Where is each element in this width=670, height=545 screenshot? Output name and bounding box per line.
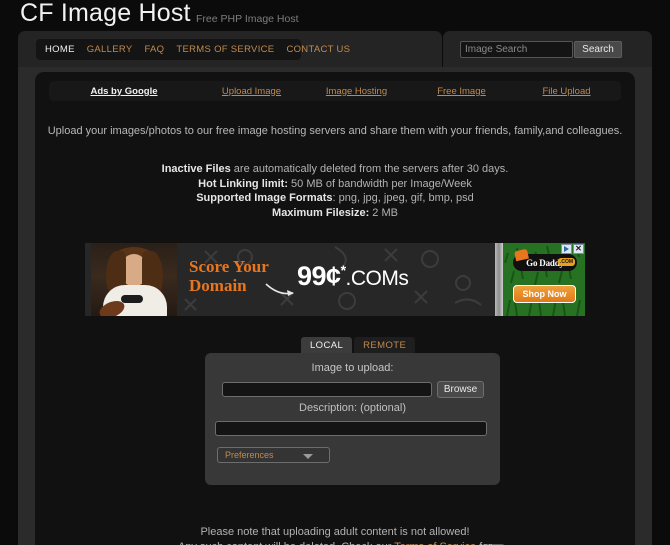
preferences-label: Preferences [225,450,274,460]
nav-item-gallery[interactable]: GALLERY [87,44,133,55]
curved-arrow-icon [265,283,294,296]
intro-text: Upload your images/photos to our free im… [47,125,623,137]
banner-ad-model-photo [91,243,177,316]
nav-item-contact-us[interactable]: CONTACT US [286,44,350,55]
image-to-upload-label: Image to upload: [311,362,394,374]
nav-item-faq[interactable]: FAQ [144,44,164,55]
fact-label: Supported Image Formats [196,192,333,204]
shop-now-button[interactable]: Shop Now [513,285,576,303]
fact-label: Inactive Files [161,163,231,175]
main-nav: HOME GALLERY FAQ TERMS OF SERVICE CONTAC… [36,39,350,60]
banner-ad-right-panel: Go Daddy .COM Shop Now ✕ [503,243,585,316]
nav-item-home[interactable]: HOME [45,44,75,55]
ad-link-file-upload[interactable]: File Upload [514,86,619,97]
notice-line-2-pre: Any such content will be deleted. Check … [178,541,394,545]
fact-value: 2 MB [369,206,398,219]
banner-ad-left-panel: Score Your Domain 99¢*.COMs [85,243,495,316]
fact-hot-linking-limit: Hot Linking limit: 50 MB of bandwidth pe… [35,177,635,192]
browse-button[interactable]: Browse [437,381,484,398]
ads-by-google-label[interactable]: Ads by Google [49,86,199,97]
ad-choices-triangle [564,246,569,252]
site-header: CF Image Host Free PHP Image Host [0,0,670,30]
notice-line-2-post: for [476,541,492,545]
tab-remote[interactable]: REMOTE [354,337,416,353]
banner-ad-headline: Score Your Domain [189,257,269,295]
headline-line-1: Score Your [189,257,269,276]
banner-ad[interactable]: Score Your Domain 99¢*.COMs Go Daddy .CO… [85,243,585,316]
godaddy-logo: Go Daddy .COM [513,248,577,271]
adult-content-notice: Please note that uploading adult content… [35,525,635,545]
banner-ad-price: 99¢*.COMs [297,261,409,292]
nav-item-terms-of-service[interactable]: TERMS OF SERVICE [176,44,274,55]
tab-local[interactable]: LOCAL [301,337,353,353]
price-suffix: .COMs [345,267,409,290]
content-panel: Ads by Google Upload Image Image Hosting… [35,72,635,545]
search-button[interactable]: Search [574,41,622,58]
ad-link-free-image[interactable]: Free Image [409,86,514,97]
site-tagline: Free PHP Image Host [196,13,299,25]
fact-supported-formats: Supported Image Formats: png, jpg, jpeg,… [35,191,635,206]
notice-line-2: Any such content will be deleted. Check … [35,540,635,545]
preferences-dropdown[interactable]: Preferences [217,447,330,463]
banner-ad-divider [495,243,503,316]
ads-by-google-bar: Ads by Google Upload Image Image Hosting… [49,81,621,101]
file-path-input[interactable] [222,382,432,397]
price-amount: 99¢ [297,261,341,291]
headline-line-2: Domain [189,276,247,295]
fact-value: : png, jpg, jpeg, gif, bmp, psd [332,192,474,204]
terms-of-service-link[interactable]: Terms of Service [394,541,476,545]
ad-link-upload-image[interactable]: Upload Image [199,86,304,97]
fact-value: 50 MB of bandwidth per Image/Week [287,177,472,190]
search-container: Search [443,31,652,67]
fact-label: Maximum Filesize: [272,206,370,219]
description-label: Description: (optional) [299,402,406,414]
site-title: CF Image Host [20,0,191,27]
chevron-down-icon [303,454,313,459]
fact-maximum-filesize: Maximum Filesize: 2 MB [35,206,635,221]
notice-line-1: Please note that uploading adult content… [200,526,470,538]
fact-value: are automatically deleted from the serve… [230,163,509,175]
page-root: CF Image Host Free PHP Image Host HOME G… [0,0,670,545]
close-icon[interactable]: ✕ [573,244,584,254]
description-input[interactable] [215,421,487,436]
facts-list: Inactive Files are automatically deleted… [35,162,635,220]
fact-label: Hot Linking limit: [198,177,288,190]
nav-container: HOME GALLERY FAQ TERMS OF SERVICE CONTAC… [18,31,442,67]
content-frame: Ads by Google Upload Image Image Hosting… [18,67,652,545]
upload-form-panel: Image to upload: Browse Description: (op… [205,353,500,485]
jersey-logo [121,295,143,303]
godaddy-tld-badge: .COM [557,258,575,266]
ad-choices-icon[interactable] [561,244,572,254]
ad-link-image-hosting[interactable]: Image Hosting [304,86,409,97]
search-input[interactable] [460,41,573,58]
upload-tabs: LOCAL REMOTE [301,337,416,353]
fact-inactive-files: Inactive Files are automatically deleted… [35,162,635,177]
